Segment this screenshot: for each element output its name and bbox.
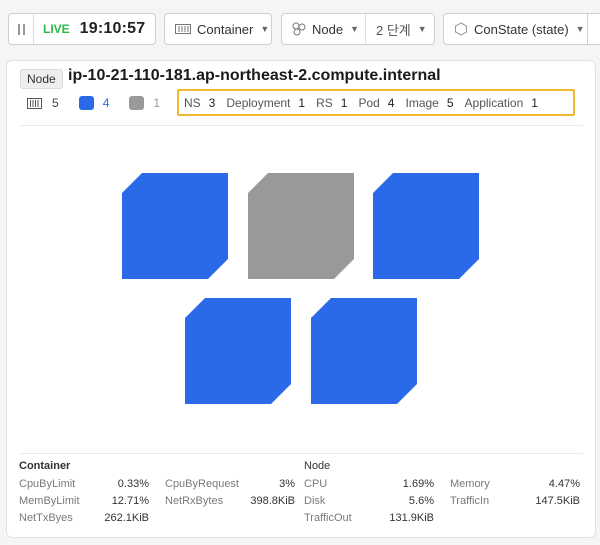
chevron-down-icon: ▼ (417, 24, 427, 34)
live-time: 19:10:57 (79, 20, 146, 37)
more-button[interactable] (587, 13, 600, 45)
container-count-value: 5 (52, 96, 59, 110)
node-level-control: Node ▼ 2 단계 ▼ (281, 13, 435, 45)
container-cube[interactable] (311, 298, 417, 404)
stat-label: CpuByLimit (19, 478, 76, 490)
container-dropdown[interactable]: Container ▼ (164, 13, 272, 45)
stat-value: 398.8KiB (250, 495, 295, 507)
node-dropdown[interactable]: Node ▼ (282, 14, 366, 44)
container-cube[interactable] (185, 298, 291, 404)
active-count-value: 4 (102, 96, 110, 110)
stat-item: TrafficOut 131.9KiB (304, 510, 434, 526)
level-dropdown-label: 2 단계 (376, 22, 411, 38)
chevron-down-icon: ▼ (350, 24, 359, 34)
live-label: LIVE (43, 22, 70, 36)
divider (19, 125, 583, 126)
stat-value: 3% (279, 478, 295, 490)
inactive-square-icon (129, 96, 145, 110)
node-icon (292, 22, 306, 36)
stat-label: TrafficIn (450, 495, 490, 507)
pause-icon[interactable] (9, 14, 34, 44)
resource-summary: NS 3 Deployment 1 RS 1 Pod 4 Image 5 Applicat… (177, 89, 575, 116)
stat-value: 1.69% (402, 478, 434, 490)
resource-value: 1 (298, 95, 306, 110)
stat-value: 0.33% (117, 478, 149, 490)
resource-label: Pod (358, 95, 380, 110)
stat-item: TrafficIn 147.5KiB (450, 493, 580, 509)
resource-image: Image 5 (405, 96, 453, 110)
live-control[interactable]: LIVE 19:10:57 (8, 13, 156, 45)
stat-label: Disk (304, 495, 326, 507)
node-card: Node ip-10-21-110-181.ap-northeast-2.com… (6, 60, 596, 538)
stat-value: 262.1KiB (104, 512, 149, 524)
stat-label: Memory (450, 478, 490, 490)
state-dropdown-label: ConState (state) (474, 21, 569, 37)
stat-item: CpuByRequest 3% (165, 476, 295, 492)
resource-label: Application (464, 95, 524, 110)
resource-value: 1 (531, 95, 538, 110)
container-count: 5 (27, 96, 59, 110)
stat-label: CpuByRequest (165, 478, 239, 490)
stat-item: Disk 5.6% (304, 493, 434, 509)
hexagon-icon (454, 22, 468, 36)
stat-item: CPU 1.69% (304, 476, 434, 492)
stat-item: CpuByLimit 0.33% (19, 476, 149, 492)
node-dropdown-label: Node (312, 21, 344, 37)
node-badge: Node (20, 69, 63, 89)
resource-application: Application 1 (465, 96, 538, 110)
resource-deployment: Deployment 1 (226, 96, 305, 110)
resource-pod: Pod 4 (358, 96, 394, 110)
resource-ns: NS 3 (184, 96, 215, 110)
stat-label: NetRxBytes (165, 495, 224, 507)
divider (19, 453, 583, 454)
inactive-count-value: 1 (153, 96, 161, 110)
stat-value: 5.6% (408, 495, 434, 507)
resource-label: Image (405, 95, 439, 110)
stat-label: TrafficOut (304, 512, 352, 524)
resource-value: 1 (340, 95, 348, 110)
stat-label: MemByLimit (19, 495, 80, 507)
node-name: ip-10-21-110-181.ap-northeast-2.compute.… (68, 67, 441, 84)
stat-item: MemByLimit 12.71% (19, 493, 149, 509)
state-dropdown[interactable]: ConState (state) ▼ (443, 13, 587, 45)
active-square-icon (78, 96, 94, 110)
active-count: 4 (78, 96, 110, 110)
chevron-down-icon: ▼ (260, 24, 270, 34)
container-cube[interactable] (373, 173, 479, 279)
inactive-count: 1 (129, 96, 160, 110)
resource-label: NS (184, 95, 201, 110)
container-icon (175, 23, 191, 35)
stat-label: CPU (304, 478, 328, 490)
container-cube[interactable] (122, 173, 228, 279)
counts-row: 5 4 1 (27, 94, 172, 112)
container-icon (27, 97, 42, 109)
toolbar: LIVE 19:10:57 Container ▼ Node ▼ 2 단계 ▼ … (0, 0, 600, 54)
stat-label: NetTxByes (19, 512, 73, 524)
resource-value: 5 (446, 95, 454, 110)
container-dropdown-label: Container (197, 21, 254, 37)
resource-label: RS (316, 95, 333, 110)
container-cube[interactable] (248, 173, 354, 279)
stat-value: 131.9KiB (389, 512, 434, 524)
chevron-down-icon: ▼ (575, 24, 585, 34)
node-stats-title: Node (304, 460, 331, 472)
resource-rs: RS 1 (316, 96, 347, 110)
resource-value: 3 (208, 95, 216, 110)
resource-label: Deployment (226, 95, 291, 110)
stat-value: 12.71% (111, 495, 149, 507)
stat-value: 147.5KiB (535, 495, 580, 507)
container-stats-title: Container (19, 460, 71, 472)
level-dropdown[interactable]: 2 단계 ▼ (366, 20, 434, 39)
stat-item: NetTxByes 262.1KiB (19, 510, 149, 526)
resource-value: 4 (387, 95, 395, 110)
container-map (7, 161, 597, 421)
stat-item: NetRxBytes 398.8KiB (165, 493, 295, 509)
stat-value: 4.47% (548, 478, 580, 490)
stat-item: Memory 4.47% (450, 476, 580, 492)
